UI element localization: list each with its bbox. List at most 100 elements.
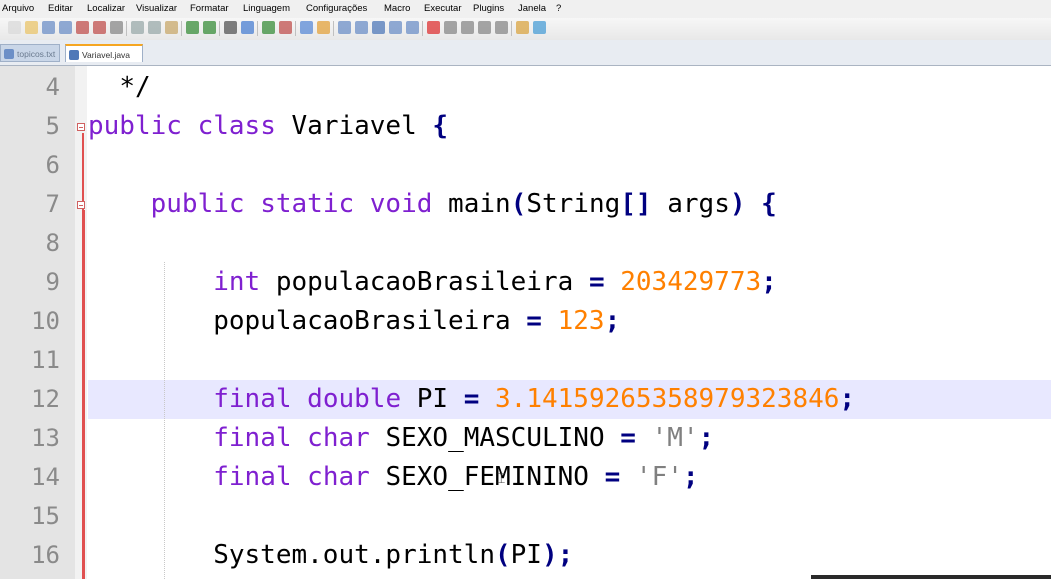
- menu-item-plugins[interactable]: Plugins: [473, 3, 504, 14]
- print-icon[interactable]: [110, 21, 123, 34]
- zoom-in-icon[interactable]: [262, 21, 275, 34]
- menu-item-localizar[interactable]: Localizar: [87, 3, 125, 14]
- tab-bar: topicos.txt Variavel.java: [0, 40, 1051, 66]
- code-line[interactable]: final char SEXO_MASCULINO = 'M';: [88, 419, 714, 458]
- save-macro-icon[interactable]: [495, 21, 508, 34]
- play-multiple-icon[interactable]: [478, 21, 491, 34]
- code-token: System.out.println: [88, 540, 495, 570]
- fold-toggle-icon[interactable]: [77, 201, 85, 209]
- menu-item-executar[interactable]: Executar: [424, 3, 462, 14]
- doc-map-icon[interactable]: [389, 21, 402, 34]
- code-token: main: [432, 189, 511, 219]
- menu-item-arquivo[interactable]: Arquivo: [2, 3, 34, 14]
- line-number: 8: [45, 229, 60, 257]
- sync-h-icon[interactable]: [317, 21, 330, 34]
- code-line[interactable]: int populacaoBrasileira = 203429773;: [88, 263, 777, 302]
- menu-item-visualizar[interactable]: Visualizar: [136, 3, 177, 14]
- number-token: 123: [557, 306, 605, 336]
- operator-token: ;: [761, 267, 777, 297]
- toolbar-separator: [333, 21, 334, 36]
- code-line[interactable]: public static void main(String[] args) {: [88, 185, 777, 224]
- taskbar-edge: [811, 575, 1051, 579]
- menu-item-janela[interactable]: Janela: [518, 3, 546, 14]
- code-token: String: [526, 189, 621, 219]
- line-number: 7: [45, 190, 60, 218]
- toolbar-separator: [219, 21, 220, 36]
- close-all-icon[interactable]: [93, 21, 106, 34]
- code-line[interactable]: populacaoBrasileira = 123;: [88, 302, 620, 341]
- compare-icon[interactable]: [533, 21, 546, 34]
- replace-icon[interactable]: [241, 21, 254, 34]
- menu-item-linguagem[interactable]: Linguagem: [243, 3, 290, 14]
- tab-label: topicos.txt: [17, 49, 56, 59]
- wrap-icon[interactable]: [338, 21, 351, 34]
- menu-item-editar[interactable]: Editar: [48, 3, 73, 14]
- menu-item-help[interactable]: ?: [556, 3, 561, 14]
- operator-token: =: [526, 306, 542, 336]
- record-macro-icon[interactable]: [427, 21, 440, 34]
- code-token: populacaoBrasileira: [88, 306, 527, 336]
- play-macro-icon[interactable]: [461, 21, 474, 34]
- operator-token: ;: [604, 306, 621, 336]
- fold-guide-line: [84, 210, 85, 579]
- operator-token: =: [604, 462, 621, 492]
- fold-margin[interactable]: [75, 66, 87, 579]
- char-literal-token: 'F': [635, 462, 683, 492]
- line-number: 9: [45, 268, 60, 296]
- operator-token: (: [510, 189, 527, 219]
- paste-icon[interactable]: [165, 21, 178, 34]
- spell-check-icon[interactable]: [516, 21, 529, 34]
- tab-topicos-txt[interactable]: topicos.txt: [0, 44, 60, 62]
- operator-token: (: [495, 540, 511, 570]
- line-number: 5: [45, 112, 60, 140]
- stop-macro-icon[interactable]: [444, 21, 457, 34]
- keyword-token: final: [213, 384, 292, 414]
- sync-v-icon[interactable]: [300, 21, 313, 34]
- new-file-icon[interactable]: [8, 21, 21, 34]
- close-icon[interactable]: [76, 21, 89, 34]
- menu-item-formatar[interactable]: Formatar: [190, 3, 229, 14]
- undo-icon[interactable]: [186, 21, 199, 34]
- function-list-icon[interactable]: [406, 21, 419, 34]
- zoom-out-icon[interactable]: [279, 21, 292, 34]
- code-editor[interactable]: 4 */5 public class Variavel {6 7 public st…: [0, 66, 1051, 579]
- operator-token: {: [761, 189, 777, 219]
- find-icon[interactable]: [224, 21, 237, 34]
- open-file-icon[interactable]: [25, 21, 38, 34]
- copy-icon[interactable]: [148, 21, 161, 34]
- mouse-cursor-icon: ⌶: [497, 470, 506, 486]
- save-icon[interactable]: [42, 21, 55, 34]
- tab-variavel-java[interactable]: Variavel.java: [65, 44, 143, 62]
- code-line[interactable]: */: [88, 68, 151, 107]
- code-line[interactable]: final double PI = 3.14159265358979323846…: [88, 380, 855, 419]
- cut-icon[interactable]: [131, 21, 144, 34]
- code-line[interactable]: System.out.println(PI);: [88, 536, 573, 575]
- operator-token: =: [463, 384, 480, 414]
- fold-toggle-icon[interactable]: [77, 123, 85, 131]
- toolbar-separator: [511, 21, 512, 36]
- operator-token: ;: [682, 462, 699, 492]
- save-all-icon[interactable]: [59, 21, 72, 34]
- code-token: */: [119, 72, 151, 102]
- show-all-icon[interactable]: [355, 21, 368, 34]
- menu-item-configura-es[interactable]: Configurações: [306, 3, 367, 14]
- code-token: PI: [401, 384, 464, 414]
- line-number: 13: [31, 424, 60, 452]
- operator-token: =: [620, 423, 636, 453]
- code-line[interactable]: public class Variavel {: [88, 107, 448, 146]
- menu-item-macro[interactable]: Macro: [384, 3, 410, 14]
- indent-guide-icon[interactable]: [372, 21, 385, 34]
- code-line[interactable]: final char SEXO_FEMININO = 'F';: [88, 458, 699, 497]
- redo-icon[interactable]: [203, 21, 216, 34]
- keyword-token: static: [260, 189, 355, 219]
